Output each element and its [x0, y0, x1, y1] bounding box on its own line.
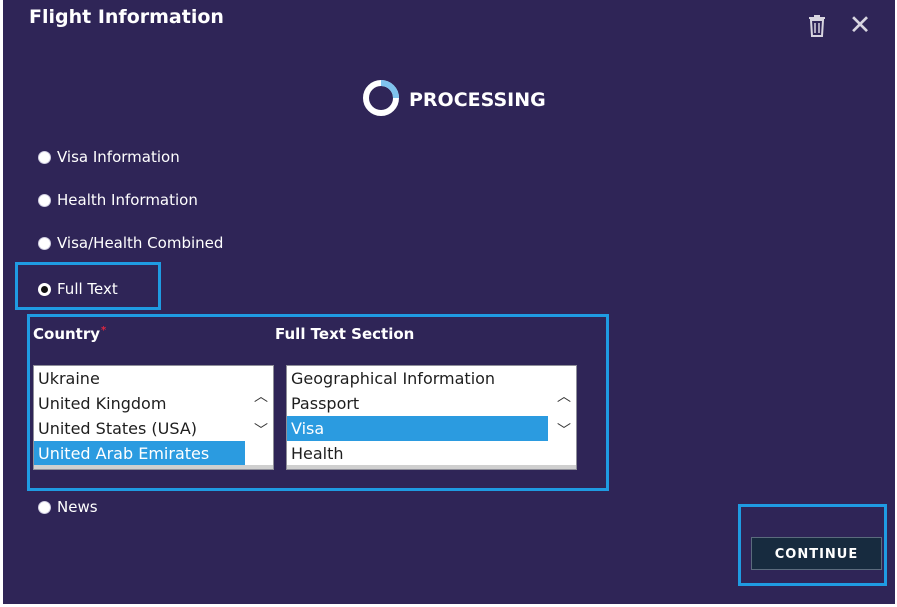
- list-item[interactable]: Geographical Information: [287, 366, 576, 391]
- dialog-title: Flight Information: [29, 6, 224, 28]
- full-text-section-label: Full Text Section: [275, 325, 415, 343]
- radio-visa-information[interactable]: Visa Information: [38, 148, 180, 166]
- list-item[interactable]: Passport: [287, 391, 576, 416]
- list-item[interactable]: Ukraine: [34, 366, 273, 391]
- radio-label: Health Information: [57, 191, 198, 209]
- continue-button[interactable]: CONTINUE: [751, 537, 882, 570]
- radio-button[interactable]: [38, 193, 51, 207]
- country-label-text: Country: [33, 325, 101, 343]
- horizontal-scrollbar[interactable]: [287, 465, 576, 469]
- radio-news[interactable]: News: [38, 498, 98, 516]
- radio-health-information[interactable]: Health Information: [38, 191, 198, 209]
- radio-visa-health-combined[interactable]: Visa/Health Combined: [38, 234, 223, 252]
- processing-indicator: PROCESSING: [361, 80, 546, 120]
- list-item[interactable]: United Kingdom: [34, 391, 273, 416]
- country-scrollbar[interactable]: ︿ ﹀: [249, 366, 273, 469]
- radio-label: News: [57, 498, 98, 516]
- chevron-up-icon[interactable]: ︿: [557, 390, 571, 404]
- required-marker: *: [101, 325, 107, 336]
- full-text-section-scrollbar[interactable]: ︿ ﹀: [552, 366, 576, 469]
- list-item-selected[interactable]: United Arab Emirates: [34, 441, 245, 466]
- horizontal-scrollbar[interactable]: [34, 465, 273, 469]
- chevron-down-icon[interactable]: ﹀: [254, 424, 268, 438]
- radio-button[interactable]: [38, 150, 51, 164]
- radio-full-text[interactable]: Full Text: [38, 280, 118, 298]
- list-item-selected[interactable]: Visa: [287, 416, 548, 441]
- flight-information-dialog: Flight Information ✕ PROCESSING Visa Inf…: [3, 0, 895, 604]
- radio-label: Visa Information: [57, 148, 180, 166]
- radio-label: Full Text: [57, 280, 118, 298]
- chevron-down-icon[interactable]: ﹀: [557, 424, 571, 438]
- country-listbox[interactable]: Ukraine United Kingdom United States (US…: [33, 365, 274, 470]
- spinner-icon: [361, 78, 401, 122]
- radio-button-selected[interactable]: [38, 282, 51, 296]
- trash-icon[interactable]: [806, 14, 828, 38]
- chevron-up-icon[interactable]: ︿: [254, 390, 268, 404]
- radio-button[interactable]: [38, 500, 51, 514]
- list-item[interactable]: United States (USA): [34, 416, 273, 441]
- processing-label: PROCESSING: [409, 89, 546, 111]
- list-item[interactable]: Health: [287, 441, 576, 466]
- radio-button[interactable]: [38, 236, 51, 250]
- full-text-section-listbox[interactable]: Geographical Information Passport Visa H…: [286, 365, 577, 470]
- radio-label: Visa/Health Combined: [57, 234, 224, 252]
- close-icon[interactable]: ✕: [846, 12, 874, 40]
- country-label: Country*: [33, 325, 106, 343]
